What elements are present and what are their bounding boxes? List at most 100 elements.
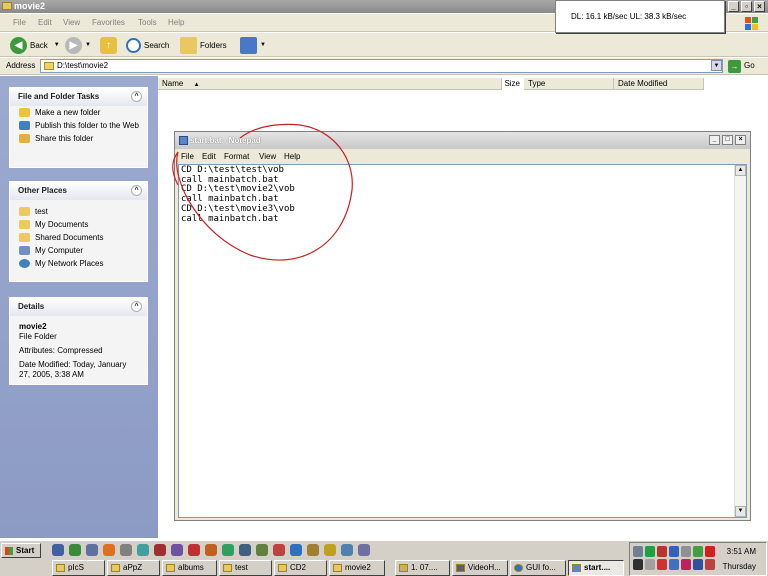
tray-icon[interactable] [693, 546, 703, 557]
tray-icon[interactable] [657, 559, 667, 570]
quick-launch-icon[interactable] [290, 544, 302, 556]
tray-icon[interactable] [657, 546, 667, 557]
menu-help[interactable]: Help [284, 152, 300, 161]
quick-launch-icon[interactable] [52, 544, 64, 556]
address-input[interactable]: D:\test\movie2 ▼ [40, 59, 723, 73]
collapse-icon[interactable]: ^ [131, 185, 142, 196]
quick-launch-icon[interactable] [103, 544, 115, 556]
folders-button[interactable]: Folders [180, 36, 227, 54]
close-button[interactable]: × [754, 1, 765, 12]
notepad-text-area[interactable]: CD D:\test\test\vob call mainbatch.bat C… [178, 164, 747, 518]
place-item[interactable]: My Network Places [10, 257, 147, 270]
collapse-icon[interactable]: ^ [131, 91, 142, 102]
quick-launch-icon[interactable] [222, 544, 234, 556]
panel-header[interactable]: Details ^ [10, 298, 147, 316]
close-button[interactable]: × [735, 135, 746, 145]
tray-icons [633, 546, 717, 570]
quick-launch-icon[interactable] [188, 544, 200, 556]
explorer-title: movie2 [14, 1, 46, 11]
address-value: D:\test\movie2 [57, 61, 109, 70]
quick-launch-icon[interactable] [120, 544, 132, 556]
menu-view[interactable]: View [259, 152, 276, 161]
quick-launch-icon[interactable] [137, 544, 149, 556]
column-header-name[interactable]: Name ▲ [158, 78, 502, 90]
column-header-date-modified[interactable]: Date Modified [614, 78, 704, 90]
tray-icon[interactable] [705, 559, 715, 570]
place-item[interactable]: My Computer [10, 244, 147, 257]
menu-file[interactable]: File [13, 18, 26, 27]
quick-launch-icon[interactable] [154, 544, 166, 556]
tray-icon[interactable] [681, 546, 691, 557]
forward-button[interactable]: ▶ ▼ [65, 36, 91, 54]
quick-launch-icon[interactable] [273, 544, 285, 556]
views-button[interactable]: ▼ [240, 36, 266, 54]
taskbar-button-gui[interactable]: GUI fo... [510, 560, 566, 576]
quick-launch-icon[interactable] [358, 544, 370, 556]
place-item[interactable]: test [10, 205, 147, 218]
minimize-button[interactable]: _ [709, 135, 720, 145]
task-item[interactable]: Publish this folder to the Web [10, 119, 147, 132]
clock-time[interactable]: 3:51 AM [727, 547, 756, 556]
panel-header[interactable]: Other Places ^ [10, 182, 147, 200]
menu-edit[interactable]: Edit [38, 18, 52, 27]
taskbar-button-appz[interactable]: aPpZ [107, 560, 160, 576]
chevron-down-icon[interactable]: ▼ [711, 60, 722, 71]
tray-icon[interactable] [633, 546, 643, 557]
tray-icon[interactable] [681, 559, 691, 570]
quick-launch-icon[interactable] [239, 544, 251, 556]
search-button[interactable]: Search [126, 36, 169, 54]
scroll-up-icon[interactable]: ▲ [735, 165, 746, 176]
quick-launch-icon[interactable] [324, 544, 336, 556]
start-button[interactable]: Start [1, 543, 41, 558]
scroll-down-icon[interactable]: ▼ [735, 506, 746, 517]
quick-launch-icon[interactable] [86, 544, 98, 556]
tray-icon[interactable] [669, 546, 679, 557]
tray-icon[interactable] [669, 559, 679, 570]
quick-launch-icon[interactable] [307, 544, 319, 556]
menu-tools[interactable]: Tools [138, 18, 157, 27]
chevron-down-icon: ▼ [53, 42, 60, 48]
menu-favorites[interactable]: Favorites [92, 18, 125, 27]
collapse-icon[interactable]: ^ [131, 301, 142, 312]
taskbar-button-pics[interactable]: pIcS [52, 560, 105, 576]
maximize-button[interactable]: □ [722, 135, 733, 145]
quick-launch-icon[interactable] [256, 544, 268, 556]
menu-file[interactable]: File [181, 152, 194, 161]
up-folder-button[interactable]: ↑ [100, 36, 120, 54]
taskbar-button-start-bat[interactable]: start.... [568, 560, 624, 576]
notepad-title-bar[interactable]: start.bat - Notepad _ □ × [175, 132, 750, 149]
taskbar-button-videoh[interactable]: VideoH... [452, 560, 508, 576]
tray-icon[interactable] [633, 559, 643, 570]
taskbar-button-cd2[interactable]: CD2 [274, 560, 327, 576]
task-item[interactable]: Share this folder [10, 132, 147, 145]
task-item[interactable]: Make a new folder [10, 106, 147, 119]
place-item[interactable]: Shared Documents [10, 231, 147, 244]
quick-launch-icon[interactable] [341, 544, 353, 556]
panel-header[interactable]: File and Folder Tasks ^ [10, 88, 147, 106]
folder-icon [223, 564, 232, 572]
go-button[interactable]: → Go [728, 59, 755, 73]
vertical-scrollbar[interactable]: ▲ ▼ [734, 165, 746, 517]
tray-icon[interactable] [645, 546, 655, 557]
tray-icon[interactable] [645, 559, 655, 570]
place-item[interactable]: My Documents [10, 218, 147, 231]
taskbar-button-albums[interactable]: albums [162, 560, 217, 576]
quick-launch-icon[interactable] [171, 544, 183, 556]
menu-help[interactable]: Help [168, 18, 184, 27]
taskbar-button-1-07[interactable]: 1. 07.... [395, 560, 450, 576]
quick-launch-icon[interactable] [205, 544, 217, 556]
menu-edit[interactable]: Edit [202, 152, 216, 161]
menu-format[interactable]: Format [224, 152, 249, 161]
share-folder-icon [19, 134, 30, 143]
back-button[interactable]: ◀ Back ▼ [10, 36, 60, 54]
column-header-size[interactable]: Size [454, 78, 524, 90]
tray-icon[interactable] [705, 546, 715, 557]
taskbar-button-movie2[interactable]: movie2 [329, 560, 385, 576]
quick-launch-icon[interactable] [69, 544, 81, 556]
restore-button[interactable]: ▫ [741, 1, 752, 12]
menu-view[interactable]: View [63, 18, 80, 27]
taskbar-button-test[interactable]: test [219, 560, 272, 576]
tray-icon[interactable] [693, 559, 703, 570]
minimize-button[interactable]: _ [728, 1, 739, 12]
column-header-type[interactable]: Type [524, 78, 614, 90]
